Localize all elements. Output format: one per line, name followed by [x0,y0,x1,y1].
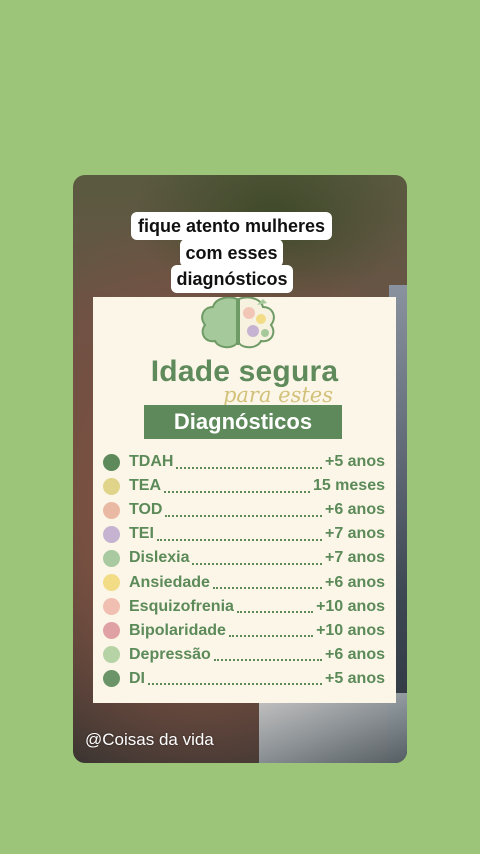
diagnosis-row: Dislexia +7 anos [103,546,385,570]
dotted-leader [213,657,322,662]
color-dot [103,622,120,640]
poster-subtitle: para estes [222,383,334,407]
brain-puzzle-icon [201,297,275,349]
diagnosis-name: TEI [129,525,154,543]
caption-line: diagnósticos [171,265,293,293]
diagnosis-name: TOD [129,501,163,519]
color-dot [103,525,120,543]
diagnosis-list: TDAH +5 anos TEA 15 meses TOD +6 anos TE… [103,450,385,691]
dotted-leader [164,489,310,493]
diagnosis-row: Ansiedade +6 anos [103,570,385,594]
diagnosis-name: Depressão [129,645,211,663]
dotted-leader [228,633,314,638]
diagnosis-row: TOD +6 anos [103,498,385,522]
account-watermark: @Coisas da vida [85,730,214,749]
diagnosis-row: TEI +7 anos [103,522,385,546]
safe-age: +5 anos [324,453,385,471]
diagnosis-row: TDAH +5 anos [103,450,385,474]
color-dot [103,646,120,664]
diagnosis-name: DI [129,669,145,687]
safe-age: +5 anos [324,669,385,687]
safe-age: +10 anos [316,597,385,615]
safe-age: +7 anos [324,549,385,567]
safe-age: +10 anos [316,621,385,639]
caption-line: fique atento mulheres [131,212,332,240]
diagnosis-name: Esquizofrenia [129,597,234,615]
diagnosis-row: TEA 15 meses [103,474,385,498]
background-photo-detail [259,693,407,763]
diagnosis-name: TEA [129,477,161,495]
color-dot [103,670,120,688]
color-dot [103,477,120,495]
color-dot [103,549,120,567]
safe-age: +6 anos [324,501,385,519]
color-dot [103,574,120,592]
caption-line: com esses [180,239,283,267]
dotted-leader [212,585,322,590]
safe-age: +6 anos [324,573,385,591]
color-dot [103,501,120,519]
diagnosis-row: Esquizofrenia +10 anos [103,595,385,619]
diagnosis-poster: Idade segura para estes Diagnósticos TDA… [93,297,396,703]
diagnosis-name: Bipolaridade [129,621,226,639]
dotted-leader [148,681,322,686]
safe-age: +6 anos [324,645,385,663]
dotted-leader [176,465,322,469]
color-dot [103,598,120,616]
color-dot [103,453,120,471]
diagnosis-row: Depressão +6 anos [103,643,385,667]
poster-heading: Diagnósticos [144,405,342,439]
diagnosis-name: TDAH [129,453,174,471]
safe-age: 15 meses [312,477,385,495]
dotted-leader [156,537,322,541]
diagnosis-row: DI +5 anos [103,667,385,691]
dotted-leader [165,513,322,517]
dotted-leader [192,561,322,565]
dotted-leader [236,609,314,614]
story-caption: fique atento mulheres com esses diagnóst… [131,209,332,293]
safe-age: +7 anos [324,525,385,543]
diagnosis-row: Bipolaridade +10 anos [103,619,385,643]
diagnosis-name: Ansiedade [129,573,210,591]
diagnosis-name: Dislexia [129,549,190,567]
